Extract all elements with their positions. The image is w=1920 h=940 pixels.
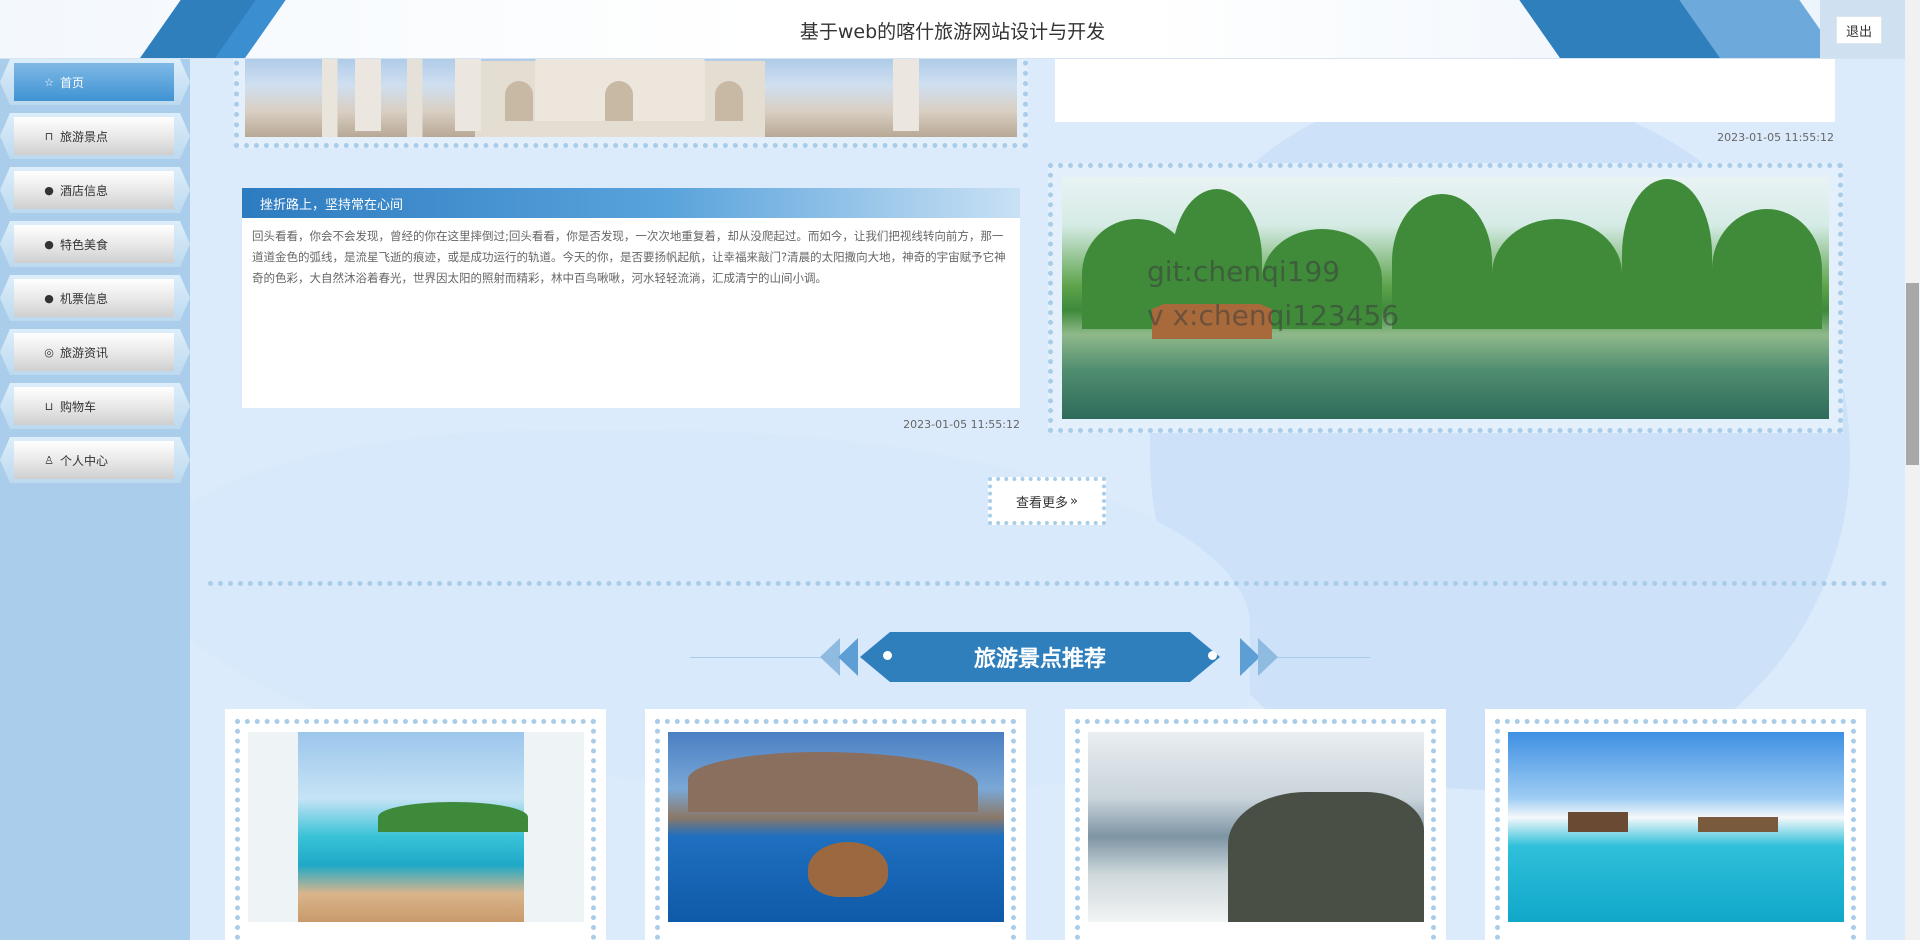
- sidebar-item-label: 特色美食: [60, 237, 109, 252]
- section-heading: 旅游景点推荐: [680, 630, 1380, 684]
- page-scrollbar[interactable]: [1905, 0, 1920, 940]
- logout-button[interactable]: 退出: [1836, 16, 1882, 44]
- news-card-body: 回头看看，你会不会发现，曾经的你在这里摔倒过;回头看看，你是否发现，一次次地重复…: [252, 229, 1006, 285]
- news-image-frame[interactable]: git:chenqi199 v x:chenqi123456: [1048, 163, 1843, 433]
- sidebar-item-label: 酒店信息: [60, 183, 109, 198]
- attraction-card[interactable]: [645, 709, 1026, 940]
- top-header: 基于web的喀什旅游网站设计与开发 退出: [0, 0, 1905, 59]
- arrow-left-icon: [820, 638, 840, 676]
- news-card[interactable]: 挫折路上，坚持常在心间 回头看看，你会不会发现，曾经的你在这里摔倒过;回头看看，…: [242, 188, 1020, 408]
- sidebar-item-label: 个人中心: [60, 453, 109, 468]
- attraction-image[interactable]: [1088, 732, 1424, 922]
- info-circle-icon: ●: [44, 183, 54, 197]
- attraction-card[interactable]: [1485, 709, 1866, 940]
- star-icon: ☆: [44, 75, 54, 89]
- attraction-image[interactable]: [668, 732, 1004, 922]
- info-circle-icon: ●: [44, 291, 54, 305]
- news-card[interactable]: [1055, 55, 1835, 122]
- scrollbar-thumb[interactable]: [1906, 283, 1919, 465]
- double-chevron-right-icon: »: [1070, 493, 1078, 509]
- sidebar-item-label: 旅游资讯: [60, 345, 109, 360]
- dribbble-icon: ◎: [44, 345, 54, 359]
- section-title: 旅游景点推荐: [860, 632, 1220, 682]
- watermark-text: git:chenqi199: [1147, 255, 1341, 288]
- arrow-right-icon: [1258, 638, 1278, 676]
- arrow-right-icon: [1240, 638, 1260, 676]
- news-card-title[interactable]: 挫折路上，坚持常在心间: [242, 188, 1020, 218]
- sidebar-item-hotels[interactable]: ● 酒店信息: [0, 167, 190, 213]
- sidebar-item-label: 旅游景点: [60, 129, 109, 144]
- sidebar-item-flights[interactable]: ● 机票信息: [0, 275, 190, 321]
- news-image[interactable]: git:chenqi199 v x:chenqi123456: [1062, 177, 1829, 419]
- news-timestamp: 2023-01-05 11:55:12: [1717, 131, 1834, 144]
- view-more-button[interactable]: 查看更多 »: [988, 477, 1106, 525]
- sidebar-item-news[interactable]: ◎ 旅游资讯: [0, 329, 190, 375]
- sidebar-item-label: 购物车: [60, 399, 97, 414]
- cart-icon: ⊔: [44, 399, 54, 413]
- attraction-card[interactable]: [225, 709, 606, 940]
- question-circle-icon: ●: [44, 237, 54, 251]
- attraction-image[interactable]: [248, 732, 584, 922]
- sidebar-item-profile[interactable]: ♙ 个人中心: [0, 437, 190, 483]
- arrow-left-icon: [838, 638, 858, 676]
- watermark-text: v x:chenqi123456: [1147, 299, 1400, 332]
- bag-icon: ⊓: [44, 129, 54, 143]
- sidebar-item-cart[interactable]: ⊔ 购物车: [0, 383, 190, 429]
- sidebar-item-label: 机票信息: [60, 291, 109, 306]
- site-title: 基于web的喀什旅游网站设计与开发: [799, 21, 1106, 43]
- sidebar-item-label: 首页: [60, 75, 85, 90]
- sidebar-item-food[interactable]: ● 特色美食: [0, 221, 190, 267]
- sidebar: ☆ 首页 ⊓ 旅游景点 ● 酒店信息 ● 特色美食 ● 机票信息 ◎ 旅游资讯 ⊔ 购物车 ♙…: [0, 59, 190, 940]
- section-divider: [208, 581, 1888, 586]
- view-more-label: 查看更多: [1016, 495, 1069, 511]
- attraction-image[interactable]: [1508, 732, 1844, 922]
- news-image[interactable]: [245, 51, 1017, 137]
- sidebar-item-home[interactable]: ☆ 首页: [0, 59, 190, 105]
- sidebar-item-attractions[interactable]: ⊓ 旅游景点: [0, 113, 190, 159]
- news-timestamp: 2023-01-05 11:55:12: [903, 418, 1020, 431]
- attraction-card[interactable]: [1065, 709, 1446, 940]
- user-icon: ♙: [44, 453, 54, 467]
